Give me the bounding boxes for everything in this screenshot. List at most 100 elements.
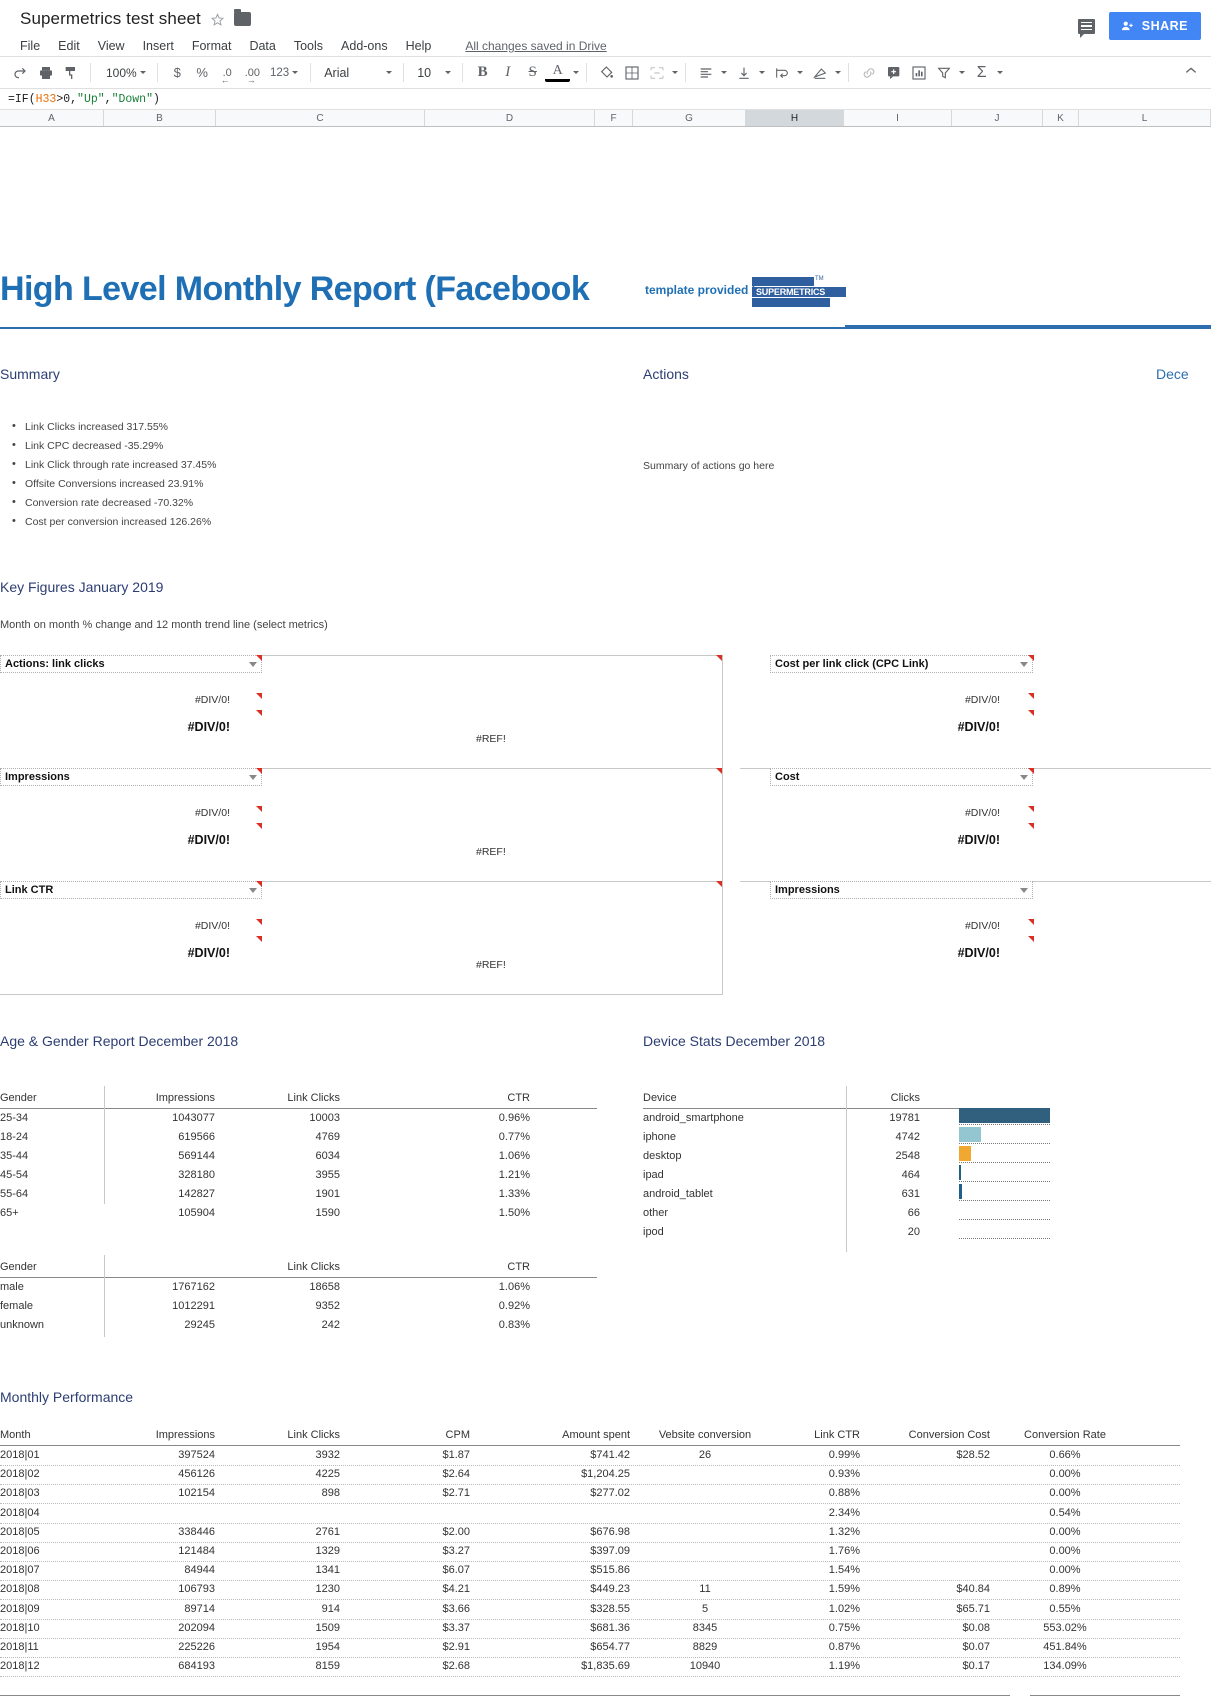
insert-link-icon[interactable] xyxy=(856,60,881,85)
functions-sigma-icon[interactable]: Σ xyxy=(969,60,994,85)
chevron-down-icon[interactable] xyxy=(573,71,580,74)
monthly-row-divider xyxy=(0,1465,1180,1466)
chevron-down-icon[interactable] xyxy=(835,71,842,74)
title-divider-right xyxy=(845,325,1211,327)
chevron-down-icon[interactable] xyxy=(797,71,804,74)
fill-color-icon[interactable] xyxy=(594,60,619,85)
text-rotation-icon[interactable] xyxy=(807,60,832,85)
insert-chart-icon[interactable] xyxy=(906,60,931,85)
text-color-button[interactable]: A xyxy=(545,63,571,82)
chevron-down-icon[interactable] xyxy=(997,71,1004,74)
column-header-D[interactable]: D xyxy=(425,110,595,126)
device-table-cell-clicks: 2548 xyxy=(895,1150,920,1162)
bar-gridline xyxy=(959,1219,1050,1220)
chevron-down-icon[interactable] xyxy=(959,71,966,74)
monthly-table-cell: 102154 xyxy=(178,1487,215,1500)
monthly-table-cell: 0.00% xyxy=(1049,1564,1081,1577)
age-table-cell: 6034 xyxy=(315,1150,340,1162)
metric-select-cpc-link[interactable]: Cost per link click (CPC Link) xyxy=(770,655,1033,673)
bullet-marker: • xyxy=(12,420,16,432)
menu-file[interactable]: File xyxy=(20,39,40,53)
age-table-cell: 1.50% xyxy=(498,1207,530,1219)
menu-format[interactable]: Format xyxy=(192,39,232,53)
column-header-J[interactable]: J xyxy=(952,110,1043,126)
zoom-control[interactable]: 100% xyxy=(98,66,150,80)
insert-comment-icon[interactable] xyxy=(881,60,906,85)
metric-select-impressions-left[interactable]: Impressions xyxy=(0,768,262,786)
formula-mid: >0, xyxy=(56,92,78,106)
comment-icon[interactable] xyxy=(1077,18,1095,38)
borders-icon[interactable] xyxy=(619,60,644,85)
chevron-down-icon[interactable] xyxy=(672,71,679,74)
bold-button[interactable]: B xyxy=(470,60,495,85)
menu-data[interactable]: Data xyxy=(249,39,275,53)
italic-button[interactable]: I xyxy=(495,60,520,85)
column-header-A[interactable]: A xyxy=(0,110,104,126)
monthly-table-cell: 4225 xyxy=(315,1468,340,1481)
filter-icon[interactable] xyxy=(931,60,956,85)
increase-decimal-button[interactable]: .00 → xyxy=(240,60,265,86)
age-table-cell: 328180 xyxy=(178,1169,215,1181)
menu-help[interactable]: Help xyxy=(406,39,432,53)
gender-table-cell: 242 xyxy=(321,1319,340,1331)
vertical-align-icon[interactable] xyxy=(731,60,756,85)
chevron-down-icon[interactable] xyxy=(721,71,728,74)
column-header-C[interactable]: C xyxy=(216,110,425,126)
gender-table-cell: 0.83% xyxy=(498,1319,530,1331)
star-outline-icon[interactable] xyxy=(210,12,225,27)
print-icon[interactable] xyxy=(33,60,58,85)
merge-cells-icon[interactable] xyxy=(644,60,669,85)
column-header-B[interactable]: B xyxy=(104,110,216,126)
monthly-table-cell: $2.68 xyxy=(442,1660,470,1673)
column-header-I[interactable]: I xyxy=(844,110,952,126)
monthly-table-cell: 553.02% xyxy=(1043,1621,1087,1634)
chevron-down-icon[interactable] xyxy=(759,71,766,74)
share-button[interactable]: SHARE xyxy=(1108,12,1201,40)
document-title[interactable]: Supermetrics test sheet xyxy=(20,9,201,29)
monthly-table-cell: $0.07 xyxy=(962,1641,990,1653)
menu-view[interactable]: View xyxy=(98,39,125,53)
monthly-table-cell: $676.98 xyxy=(590,1525,630,1538)
strikethrough-button[interactable]: S xyxy=(520,60,545,85)
monthly-table-cell: 1.19% xyxy=(828,1660,860,1673)
text-wrap-icon[interactable] xyxy=(769,60,794,85)
menu-insert[interactable]: Insert xyxy=(143,39,174,53)
summary-bullet: Link CPC decreased -35.29% xyxy=(25,440,164,452)
folder-icon[interactable] xyxy=(233,9,251,26)
redo-icon[interactable] xyxy=(8,60,33,85)
font-size-select[interactable]: 10 xyxy=(411,66,455,80)
trend-chart-error-1: #REF! xyxy=(476,733,506,745)
number-format-button[interactable]: 123 xyxy=(265,60,303,85)
menu-tools[interactable]: Tools xyxy=(294,39,323,53)
bullet-marker: • xyxy=(12,496,16,508)
formula-bar[interactable]: =IF(H33 >0, "Up", "Down") xyxy=(0,89,1211,110)
device-clicks-bar xyxy=(959,1184,962,1199)
column-header-H[interactable]: H xyxy=(746,110,844,126)
formula-cell-ref: H33 xyxy=(35,92,57,106)
menu-addons[interactable]: Add-ons xyxy=(341,39,388,53)
metric-select-actions-link-clicks[interactable]: Actions: link clicks xyxy=(0,655,262,673)
share-label: SHARE xyxy=(1141,19,1188,33)
font-family-select[interactable]: Arial xyxy=(318,66,396,80)
percent-format-button[interactable]: % xyxy=(190,60,215,85)
decrease-decimal-button[interactable]: .0 ← xyxy=(215,60,240,86)
column-header-G[interactable]: G xyxy=(633,110,746,126)
menu-edit[interactable]: Edit xyxy=(58,39,80,53)
paint-format-icon[interactable] xyxy=(58,60,83,85)
monthly-table-cell: $449.23 xyxy=(590,1583,630,1596)
column-header-F[interactable]: F xyxy=(595,110,633,126)
currency-format-button[interactable]: $ xyxy=(165,60,190,85)
metric-select-cost[interactable]: Cost xyxy=(770,768,1033,786)
column-header-K[interactable]: K xyxy=(1043,110,1079,126)
monthly-table-cell: 1329 xyxy=(315,1545,340,1557)
column-header-L[interactable]: L xyxy=(1079,110,1211,126)
metric-select-impressions-right[interactable]: Impressions xyxy=(770,881,1033,899)
horizontal-align-icon[interactable] xyxy=(693,60,718,85)
metric-select-link-ctr[interactable]: Link CTR xyxy=(0,881,262,899)
collapse-toolbar-icon[interactable] xyxy=(1183,63,1199,82)
save-status[interactable]: All changes saved in Drive xyxy=(465,39,606,53)
metric-change-small-1: #DIV/0! xyxy=(194,694,230,706)
device-clicks-bar xyxy=(959,1165,962,1180)
metric-select-value: Cost per link click (CPC Link) xyxy=(775,658,929,670)
chevron-down-icon xyxy=(292,71,299,74)
